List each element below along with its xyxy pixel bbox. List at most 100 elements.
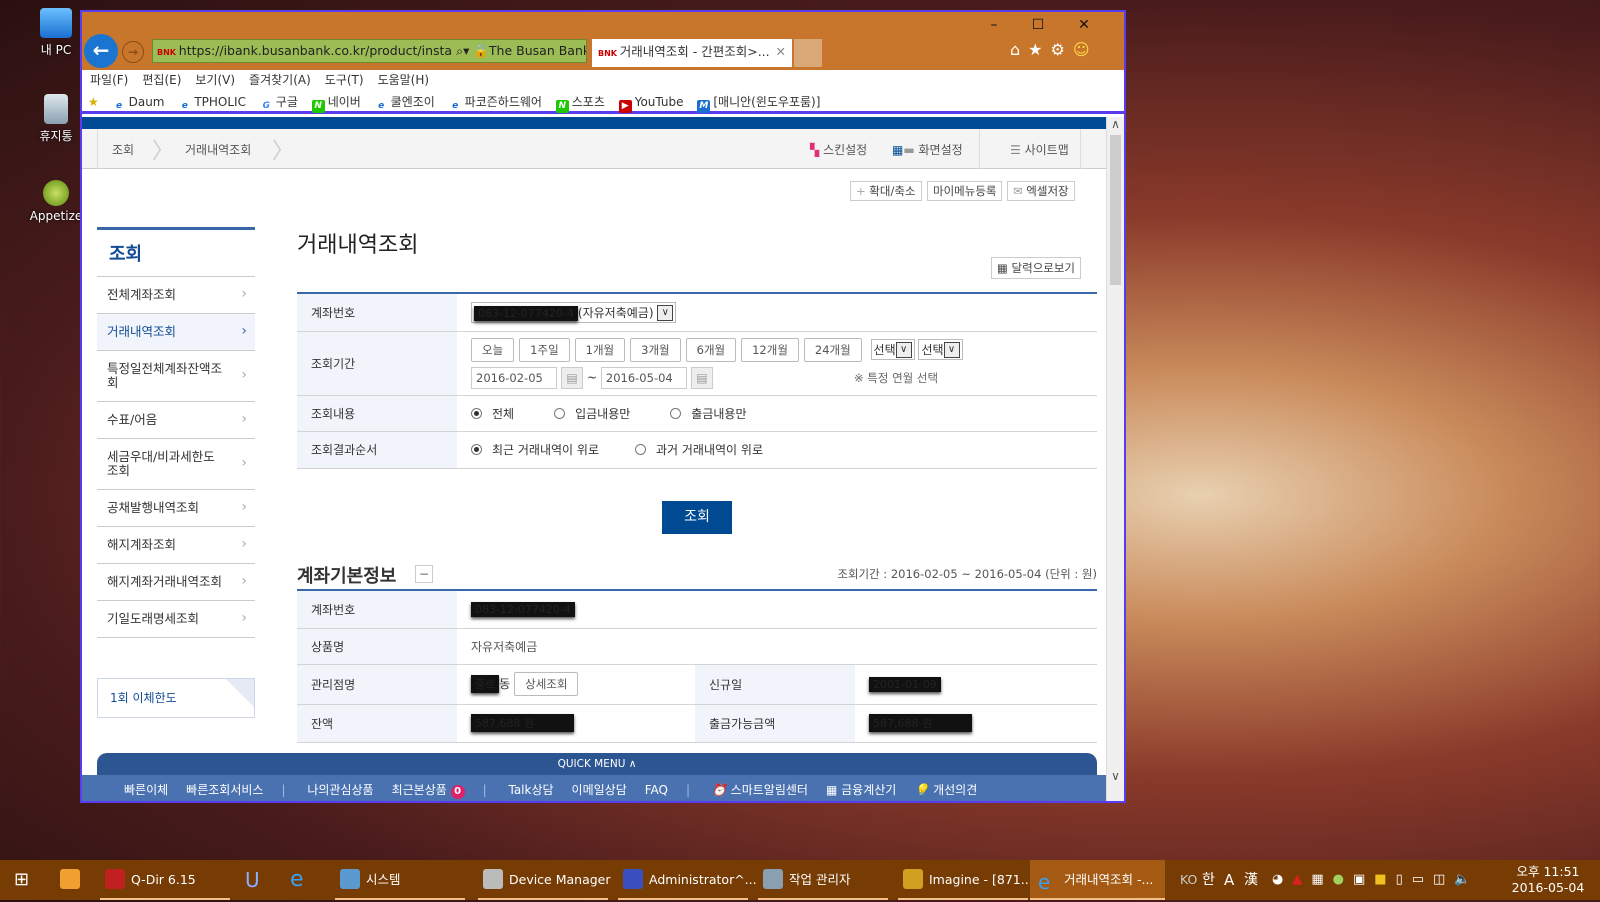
- period-12month-button[interactable]: 12개월: [741, 337, 799, 362]
- menu-view[interactable]: 보기(V): [195, 73, 235, 87]
- new-tab-button[interactable]: [794, 39, 822, 67]
- sidebar-item[interactable]: 기일도래명세조회 ›: [97, 601, 255, 638]
- close-button[interactable]: ✕: [1064, 14, 1104, 36]
- quick-email[interactable]: 이메일상담: [572, 783, 627, 797]
- taskbar-item-browser-active[interactable]: e 거래내역조회 -...: [1030, 860, 1165, 900]
- back-button[interactable]: ←: [84, 34, 118, 68]
- zoom-button[interactable]: + 확대/축소: [850, 181, 922, 201]
- start-button[interactable]: ⊞: [14, 860, 29, 900]
- year-select[interactable]: 선택 ∨: [870, 338, 915, 360]
- ie-icon[interactable]: e: [290, 860, 304, 900]
- taskbar-item-device-manager[interactable]: Device Manager: [478, 860, 611, 900]
- vertical-scrollbar[interactable]: ∧ ∨: [1106, 117, 1124, 801]
- fav-coolenjoy[interactable]: e 쿨엔조이: [375, 95, 435, 111]
- breadcrumb-item[interactable]: 거래내역조회: [185, 141, 251, 158]
- skin-settings-link[interactable]: ▚ 스킨설정: [810, 141, 867, 158]
- radio-withdraw[interactable]: 출금내용만: [670, 407, 747, 421]
- quick-talk[interactable]: Talk상담: [508, 783, 553, 797]
- search-icon[interactable]: ⌕▾: [456, 43, 469, 58]
- taskbar-pinned-app[interactable]: [60, 860, 86, 900]
- calendar-icon[interactable]: ▤: [690, 366, 713, 389]
- tray-language[interactable]: KO: [1180, 860, 1197, 900]
- fav-daum[interactable]: e Daum: [113, 95, 164, 111]
- sidebar-item[interactable]: 전체계좌조회 ›: [97, 277, 255, 314]
- collapse-button[interactable]: −: [415, 565, 433, 583]
- sidebar-item[interactable]: 해지계좌거래내역조회 ›: [97, 564, 255, 601]
- transfer-limit-box[interactable]: 1회 이체한도: [97, 678, 255, 718]
- calendar-icon[interactable]: ▤: [561, 366, 583, 389]
- period-24month-button[interactable]: 24개월: [803, 337, 862, 362]
- taskbar-item-imagine[interactable]: Imagine - [871...: [898, 860, 1033, 900]
- start-date-input[interactable]: 2016-02-05: [471, 366, 557, 389]
- quick-fast-transfer[interactable]: 빠른이체: [124, 783, 168, 797]
- period-6month-button[interactable]: 6개월: [685, 337, 737, 362]
- forward-button[interactable]: →: [122, 41, 144, 63]
- smiley-feedback-icon[interactable]: ☺: [1073, 40, 1098, 59]
- quick-recent-products[interactable]: 최근본상품 0: [392, 783, 465, 799]
- tray-ime-mode[interactable]: A: [1224, 860, 1234, 900]
- taskbar-item-qdir[interactable]: Q-Dir 6.15: [100, 860, 230, 900]
- breadcrumb-item[interactable]: 조회: [112, 141, 134, 158]
- tab-active[interactable]: BNK 거래내역조회 - 간편조회>... ✕: [592, 39, 792, 67]
- menu-edit[interactable]: 편집(E): [142, 73, 181, 87]
- sidebar-item[interactable]: 해지계좌조회 ›: [97, 527, 255, 564]
- address-bar[interactable]: BNK https://ibank.busanbank.co.kr/produc…: [152, 39, 587, 63]
- radio-deposit[interactable]: 입금내용만: [554, 407, 630, 421]
- taskbar-item-task-manager[interactable]: 작업 관리자: [758, 860, 888, 900]
- end-date-input[interactable]: 2016-05-04: [600, 366, 687, 389]
- detail-button[interactable]: 상세조회: [514, 672, 579, 696]
- tab-close-icon[interactable]: ✕: [776, 39, 786, 65]
- quick-calculator[interactable]: ▦ 금융계산기: [826, 783, 896, 797]
- tray-clock[interactable]: 오후 11:51 2016-05-04: [1506, 860, 1590, 900]
- quick-fast-inquiry[interactable]: 빠른조회서비스: [186, 783, 263, 797]
- period-today-button[interactable]: 오늘: [471, 337, 515, 362]
- calendar-view-button[interactable]: ▦ 달력으로보기: [991, 257, 1082, 279]
- sidebar-item[interactable]: 세금우대/비과세한도조회 ›: [97, 439, 255, 490]
- minimize-button[interactable]: –: [974, 14, 1014, 36]
- month-select[interactable]: 선택 ∨: [918, 338, 963, 360]
- screen-settings-link[interactable]: ▦▬ 화면설정: [892, 141, 963, 158]
- fav-maniaan[interactable]: M [매니안(윈도우포룸)]: [697, 95, 820, 113]
- quick-faq[interactable]: FAQ: [645, 783, 668, 797]
- tray-ime-hangul[interactable]: 한: [1202, 860, 1215, 900]
- radio-old-first[interactable]: 과거 거래내역이 위로: [635, 443, 763, 457]
- home-icon[interactable]: ⌂: [1010, 40, 1028, 59]
- excel-save-button[interactable]: ✉ 엑셀저장: [1007, 181, 1075, 201]
- search-submit-button[interactable]: 조회: [662, 501, 732, 534]
- sitemap-link[interactable]: ☰ 사이트맵: [1010, 141, 1069, 158]
- my-menu-button[interactable]: 마이메뉴등록: [927, 181, 1003, 201]
- taskbar-item-system[interactable]: 시스템: [335, 860, 465, 900]
- period-1month-button[interactable]: 1개월: [574, 337, 626, 362]
- sidebar-item[interactable]: 수표/어음 ›: [97, 402, 255, 439]
- tray-hanja[interactable]: 漢: [1244, 860, 1258, 900]
- menu-favorites[interactable]: 즐겨찾기(A): [249, 73, 311, 87]
- period-1week-button[interactable]: 1주일: [519, 337, 570, 362]
- settings-gear-icon[interactable]: ⚙: [1051, 40, 1073, 59]
- account-select[interactable]: 083-12-077420-4 (자유저축예금) ∨: [471, 301, 677, 323]
- fav-tpholic[interactable]: e TPHOLIC: [178, 95, 246, 111]
- quick-interest-products[interactable]: 나의관심상품: [307, 783, 373, 797]
- radio-recent-first[interactable]: 최근 거래내역이 위로: [471, 443, 599, 457]
- radio-all[interactable]: 전체: [471, 407, 514, 421]
- favorites-add-icon[interactable]: ★: [88, 95, 99, 109]
- favorites-star-icon[interactable]: ★: [1028, 40, 1050, 59]
- sidebar-item[interactable]: 특정일전체계좌잔액조회 ›: [97, 351, 255, 402]
- fav-naver[interactable]: N 네이버: [311, 95, 361, 113]
- menu-tools[interactable]: 도구(T): [325, 73, 364, 87]
- quick-smart-alert[interactable]: ⏰ 스마트알림센터: [712, 783, 808, 797]
- taskbar-item-administrator[interactable]: Administrator^...: [618, 860, 757, 900]
- taskbar-pinned-app[interactable]: U: [245, 860, 260, 900]
- fav-pcbee[interactable]: e 파코즌하드웨어: [449, 95, 542, 111]
- tray-icons[interactable]: ◕▲▦●▣■▯▭◫🔈: [1272, 860, 1480, 900]
- period-3month-button[interactable]: 3개월: [630, 337, 681, 362]
- fav-youtube[interactable]: ▶ YouTube: [618, 95, 684, 113]
- menu-help[interactable]: 도움말(H): [378, 73, 430, 87]
- sidebar-item[interactable]: 공채발행내역조회 ›: [97, 490, 255, 527]
- quick-feedback[interactable]: 💡 개선의견: [914, 783, 977, 797]
- sidebar-item-active[interactable]: 거래내역조회 ›: [97, 314, 255, 351]
- maximize-button[interactable]: ☐: [1018, 14, 1058, 36]
- fav-sports[interactable]: N 스포츠: [555, 95, 605, 113]
- fav-google[interactable]: G 구글: [260, 95, 298, 111]
- menu-file[interactable]: 파일(F): [90, 73, 128, 87]
- quick-menu-toggle[interactable]: QUICK MENU ∧: [97, 753, 1097, 775]
